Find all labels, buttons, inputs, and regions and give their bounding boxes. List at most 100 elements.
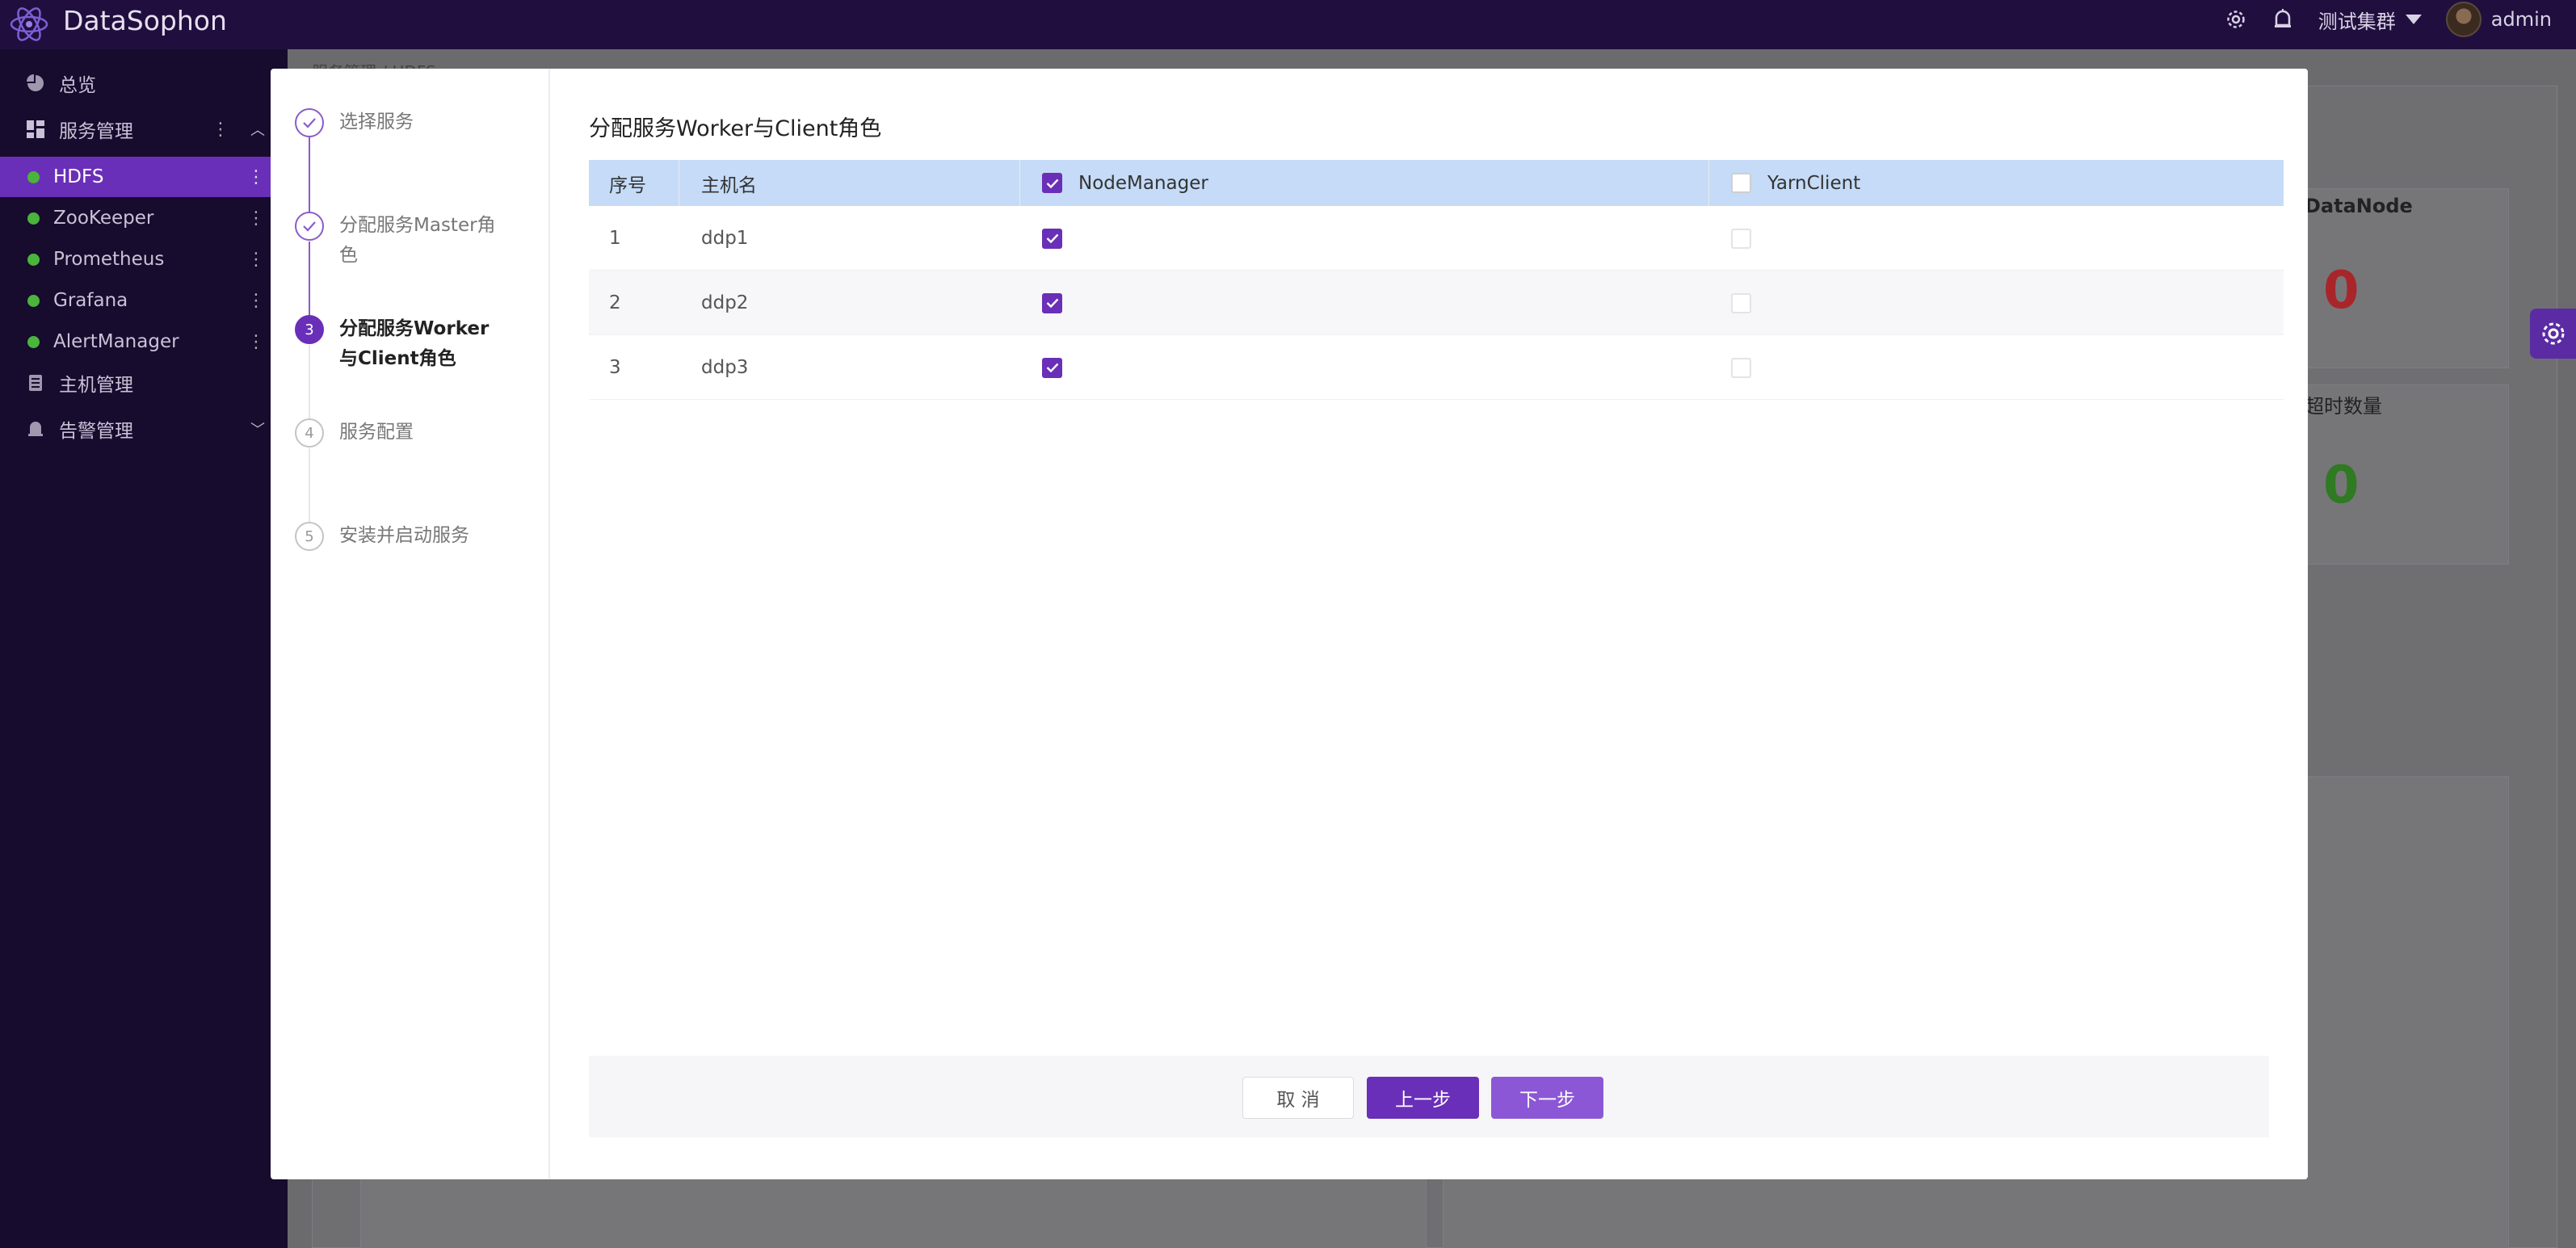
chevron-down-icon: ﹀ xyxy=(250,422,265,439)
page-title: 分配服务Worker与Client角色 xyxy=(589,116,882,141)
nodemanager-checkbox[interactable] xyxy=(1042,292,1062,313)
app-name: DataSophon xyxy=(63,5,227,36)
alarm-bell-icon[interactable] xyxy=(2271,8,2294,31)
sidebar-item-label: Grafana xyxy=(53,290,128,311)
cell-hostname: ddp1 xyxy=(701,228,749,249)
column-header-nodemanager: NodeManager xyxy=(1020,160,1709,206)
step-connector xyxy=(309,345,310,419)
top-header: DataSophon 测试集群 admin xyxy=(0,0,2576,49)
cell-yarnclient xyxy=(1709,335,2284,400)
cell-nodemanager xyxy=(1020,206,1709,271)
more-vertical-icon[interactable]: ⋮ xyxy=(212,120,229,140)
bg-card-label: DataNode xyxy=(2305,195,2413,217)
table-header: 序号 主机名 NodeManager YarnClient xyxy=(589,160,2284,206)
yarnclient-checkbox[interactable] xyxy=(1731,292,1751,313)
more-vertical-icon[interactable]: ⋮ xyxy=(247,208,265,229)
check-icon xyxy=(295,108,324,137)
cluster-selector[interactable]: 测试集群 xyxy=(2318,6,2422,34)
step-label: 选择服务 xyxy=(339,111,414,132)
step-number: 5 xyxy=(295,522,324,551)
user-menu[interactable]: admin xyxy=(2445,2,2552,37)
cell-index: 2 xyxy=(609,292,621,313)
caret-down-icon xyxy=(2405,15,2422,24)
bg-card-label: 超时数量 xyxy=(2305,395,2382,418)
install-service-dialog: 选择服务 分配服务Master角色 3 分配服务Worker与Client角色 … xyxy=(271,69,2308,1179)
column-header-yarnclient: YarnClient xyxy=(1709,160,2284,206)
sidebar-item-label: 总览 xyxy=(59,75,96,96)
check-icon xyxy=(295,212,324,241)
sidebar-item-label: HDFS xyxy=(53,166,104,187)
sidebar-item-label: Prometheus xyxy=(53,249,165,270)
atom-logo-icon xyxy=(10,7,48,41)
cell-hostname: ddp2 xyxy=(701,292,749,313)
step-connector xyxy=(309,448,310,523)
more-vertical-icon[interactable]: ⋮ xyxy=(247,291,265,311)
step-connector xyxy=(309,242,310,316)
table-row: 1 ddp1 xyxy=(589,206,2284,271)
dashboard-grid-icon xyxy=(26,120,45,139)
sidebar-item-hdfs[interactable]: HDFS ⋮ xyxy=(0,157,288,197)
sidebar: 总览 服务管理 ⋮ ︿ HDFS ⋮ ZooKeeper ⋮ Prometheu… xyxy=(0,49,288,1248)
cell-yarnclient xyxy=(1709,206,2284,271)
step-number: 3 xyxy=(295,315,324,344)
server-icon xyxy=(26,373,45,393)
step-connector xyxy=(309,137,310,212)
cell-yarnclient xyxy=(1709,271,2284,335)
bg-card-value: 0 xyxy=(2323,261,2360,321)
alarm-icon xyxy=(26,419,45,439)
step-label: 分配服务Master角色 xyxy=(339,215,496,266)
status-dot-icon xyxy=(27,253,40,266)
sidebar-item-label: 告警管理 xyxy=(59,421,133,442)
sidebar-item-host-mgmt[interactable]: 主机管理 xyxy=(0,363,288,403)
status-dot-icon xyxy=(27,335,40,348)
status-dot-icon xyxy=(27,294,40,307)
settings-gear-icon[interactable] xyxy=(2225,8,2247,31)
cell-index: 1 xyxy=(609,228,621,249)
cell-nodemanager xyxy=(1020,335,1709,400)
sidebar-item-label: 服务管理 xyxy=(59,121,133,142)
cell-nodemanager xyxy=(1020,271,1709,335)
yarnclient-checkbox[interactable] xyxy=(1731,357,1751,378)
cell-hostname: ddp3 xyxy=(701,357,749,378)
more-vertical-icon[interactable]: ⋮ xyxy=(247,250,265,270)
sidebar-item-alert-mgmt[interactable]: 告警管理 ﹀ xyxy=(0,409,288,449)
sidebar-item-label: ZooKeeper xyxy=(53,208,154,229)
username: admin xyxy=(2490,8,2552,31)
step-number: 4 xyxy=(295,418,324,448)
avatar xyxy=(2445,2,2481,37)
nodemanager-checkbox[interactable] xyxy=(1042,228,1062,249)
status-dot-icon xyxy=(27,212,40,225)
next-step-button[interactable]: 下一步 xyxy=(1491,1077,1603,1119)
sidebar-item-service-mgmt[interactable]: 服务管理 ⋮ ︿ xyxy=(0,109,288,149)
sidebar-item-grafana[interactable]: Grafana ⋮ xyxy=(0,280,288,321)
nodemanager-checkbox[interactable] xyxy=(1042,357,1062,378)
yarnclient-checkbox[interactable] xyxy=(1731,228,1751,249)
more-vertical-icon[interactable]: ⋮ xyxy=(247,167,265,187)
sidebar-item-zookeeper[interactable]: ZooKeeper ⋮ xyxy=(0,198,288,238)
select-all-nodemanager-checkbox[interactable] xyxy=(1042,173,1062,193)
cancel-button[interactable]: 取 消 xyxy=(1242,1077,1354,1119)
wizard-steps: 选择服务 分配服务Master角色 3 分配服务Worker与Client角色 … xyxy=(271,69,550,1179)
pie-chart-icon xyxy=(26,74,45,93)
sidebar-item-overview[interactable]: 总览 xyxy=(0,63,288,103)
prev-step-button[interactable]: 上一步 xyxy=(1367,1077,1479,1119)
column-label: NodeManager xyxy=(1078,172,1208,194)
select-all-yarnclient-checkbox[interactable] xyxy=(1731,173,1751,193)
table-row: 3 ddp3 xyxy=(589,335,2284,400)
dialog-footer: 取 消 上一步 下一步 xyxy=(589,1056,2269,1137)
more-vertical-icon[interactable]: ⋮ xyxy=(247,332,265,352)
cell-index: 3 xyxy=(609,357,621,378)
sidebar-item-alertmanager[interactable]: AlertManager ⋮ xyxy=(0,321,288,362)
column-label: YarnClient xyxy=(1767,172,1861,194)
status-dot-icon xyxy=(27,170,40,183)
sidebar-item-label: AlertManager xyxy=(53,331,179,352)
cluster-name: 测试集群 xyxy=(2318,10,2396,33)
floating-settings-button[interactable] xyxy=(2530,309,2576,359)
step-label: 分配服务Worker与Client角色 xyxy=(339,318,490,369)
bg-card-value: 0 xyxy=(2323,456,2360,515)
sidebar-item-prometheus[interactable]: Prometheus ⋮ xyxy=(0,239,288,279)
gear-icon xyxy=(2542,322,2564,345)
sidebar-item-label: 主机管理 xyxy=(59,375,133,396)
step-label: 安装并启动服务 xyxy=(339,525,469,546)
step-label: 服务配置 xyxy=(339,422,414,443)
